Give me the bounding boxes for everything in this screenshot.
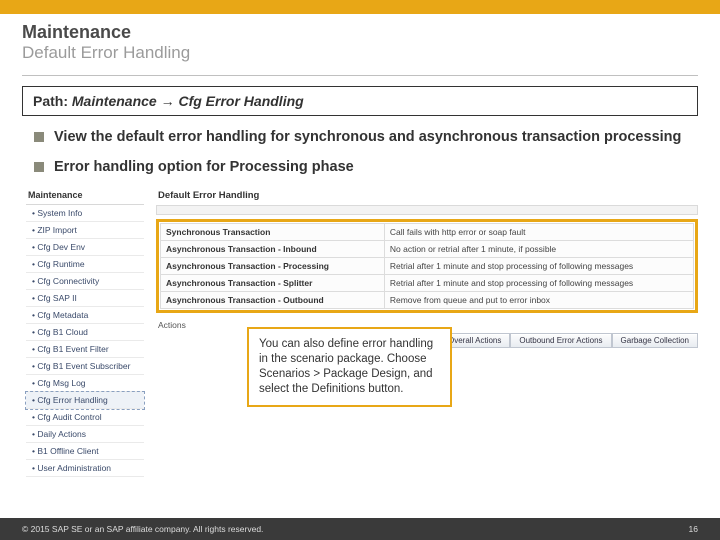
sidebar-item[interactable]: • Cfg Error Handling — [26, 392, 144, 409]
row-key: Asynchronous Transaction - Processing — [161, 258, 385, 275]
sidebar-item[interactable]: • Cfg Connectivity — [26, 273, 144, 290]
footer: © 2015 SAP SE or an SAP affiliate compan… — [0, 518, 720, 540]
sidebar-item[interactable]: • Cfg Dev Env — [26, 239, 144, 256]
table-row: Synchronous TransactionCall fails with h… — [161, 224, 694, 241]
sidebar-item[interactable]: • Cfg Msg Log — [26, 375, 144, 392]
bullet-item: View the default error handling for sync… — [34, 128, 698, 148]
bullet-list: View the default error handling for sync… — [34, 128, 698, 177]
sidebar-item[interactable]: • Cfg Audit Control — [26, 409, 144, 426]
sidebar-item[interactable]: • User Administration — [26, 460, 144, 477]
row-key: Synchronous Transaction — [161, 224, 385, 241]
main-panel: Default Error Handling Synchronous Trans… — [156, 187, 698, 348]
row-value[interactable]: Retrial after 1 minute and stop processi… — [384, 258, 693, 275]
panel-header: Default Error Handling — [156, 187, 698, 205]
sidebar: Maintenance • System Info• ZIP Import• C… — [26, 187, 144, 477]
row-key: Asynchronous Transaction - Splitter — [161, 275, 385, 292]
row-value[interactable]: No action or retrial after 1 minute, if … — [384, 241, 693, 258]
footer-copyright: © 2015 SAP SE or an SAP affiliate compan… — [22, 524, 263, 534]
toolbar-placeholder — [156, 205, 698, 215]
sidebar-item[interactable]: • Cfg B1 Event Subscriber — [26, 358, 144, 375]
bullet-square-icon — [34, 132, 44, 142]
path-box: Path: Maintenance → Cfg Error Handling — [22, 86, 698, 116]
callout-note: You can also define error handling in th… — [247, 327, 452, 407]
path-label: Path: — [33, 93, 72, 109]
row-key: Asynchronous Transaction - Outbound — [161, 292, 385, 309]
highlighted-table: Synchronous TransactionCall fails with h… — [156, 219, 698, 313]
sidebar-item[interactable]: • Daily Actions — [26, 426, 144, 443]
brand-accent-bar — [0, 0, 720, 14]
bullet-text: View the default error handling for sync… — [54, 128, 681, 148]
table-row: Asynchronous Transaction - InboundNo act… — [161, 241, 694, 258]
sidebar-item[interactable]: • ZIP Import — [26, 222, 144, 239]
embedded-screenshot: Maintenance • System Info• ZIP Import• C… — [22, 187, 698, 437]
table-row: Asynchronous Transaction - ProcessingRet… — [161, 258, 694, 275]
sidebar-item[interactable]: • B1 Offline Client — [26, 443, 144, 460]
sidebar-item[interactable]: • Cfg B1 Cloud — [26, 324, 144, 341]
path-value: Maintenance → Cfg Error Handling — [72, 93, 304, 109]
row-value[interactable]: Retrial after 1 minute and stop processi… — [384, 275, 693, 292]
sidebar-header: Maintenance — [26, 187, 144, 205]
footer-page-number: 16 — [689, 524, 698, 534]
bullet-item: Error handling option for Processing pha… — [34, 158, 698, 178]
row-value[interactable]: Call fails with http error or soap fault — [384, 224, 693, 241]
sidebar-item[interactable]: • System Info — [26, 205, 144, 222]
action-button[interactable]: Garbage Collection — [612, 333, 698, 348]
row-key: Asynchronous Transaction - Inbound — [161, 241, 385, 258]
sidebar-item[interactable]: • Cfg Runtime — [26, 256, 144, 273]
divider — [22, 75, 698, 76]
slide-heading: Maintenance Default Error Handling — [0, 14, 720, 69]
sidebar-item[interactable]: • Cfg B1 Event Filter — [26, 341, 144, 358]
action-button[interactable]: Outbound Error Actions — [510, 333, 611, 348]
sidebar-item[interactable]: • Cfg SAP II — [26, 290, 144, 307]
table-row: Asynchronous Transaction - OutboundRemov… — [161, 292, 694, 309]
bullet-text: Error handling option for Processing pha… — [54, 158, 354, 178]
bullet-square-icon — [34, 162, 44, 172]
row-value[interactable]: Remove from queue and put to error inbox — [384, 292, 693, 309]
heading-title: Maintenance — [22, 22, 698, 43]
table-row: Asynchronous Transaction - SplitterRetri… — [161, 275, 694, 292]
sidebar-item[interactable]: • Cfg Metadata — [26, 307, 144, 324]
heading-subtitle: Default Error Handling — [22, 43, 698, 63]
